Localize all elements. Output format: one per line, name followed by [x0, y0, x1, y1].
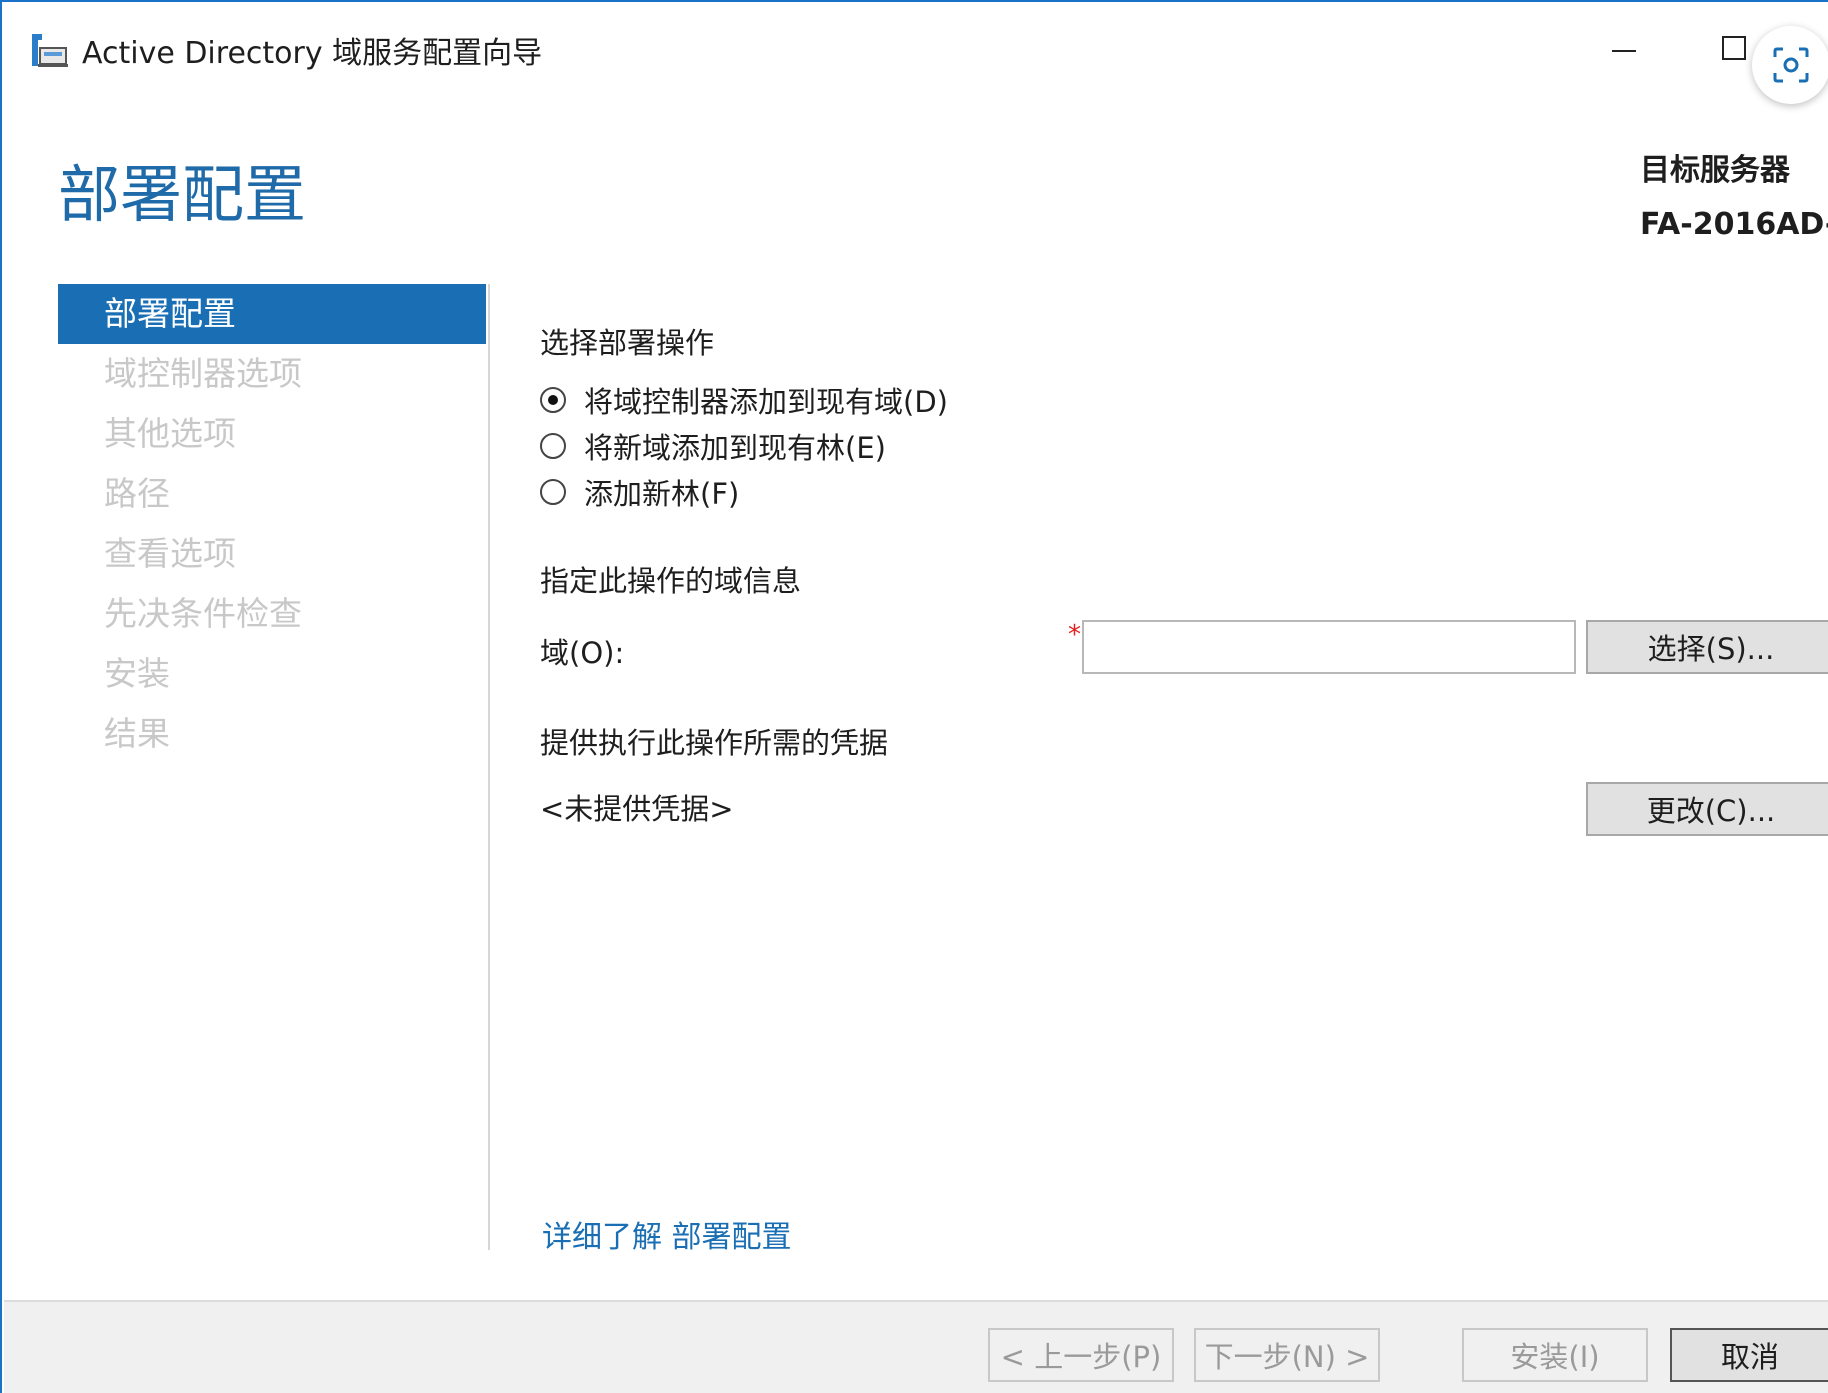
radio-button[interactable] [540, 479, 566, 505]
install-button[interactable]: 安装(I) [1462, 1328, 1648, 1382]
domain-input[interactable] [1082, 620, 1576, 674]
nav-item-installation: 安装 [104, 654, 170, 693]
screen-capture-icon[interactable] [1752, 26, 1828, 104]
learn-more-target[interactable]: 部署配置 [672, 1220, 792, 1255]
target-server-label: 目标服务器 [1640, 153, 1790, 188]
radio-add-new-forest[interactable]: 添加新林(F) [540, 472, 739, 512]
target-server-name: FA-2016AD- [1640, 207, 1828, 242]
maximize-button[interactable] [1716, 26, 1756, 66]
domain-field-label: 域(O): [540, 636, 625, 670]
radio-label: 添加新林(F) [584, 477, 740, 511]
cancel-button[interactable]: 取消 [1670, 1328, 1828, 1382]
window-title: Active Directory 域服务配置向导 [82, 36, 543, 71]
domain-info-label: 指定此操作的域信息 [540, 564, 802, 598]
page-title: 部署配置 [58, 158, 307, 231]
radio-label: 将新域添加到现有林(E) [584, 431, 886, 465]
wizard-window: Active Directory 域服务配置向导 部署配置 目标服务器 FA-2… [0, 0, 1828, 1393]
nav-item-results: 结果 [104, 714, 170, 753]
nav-item-deployment-config[interactable]: 部署配置 [58, 284, 486, 344]
radio-add-dc-existing-domain[interactable]: 将域控制器添加到现有域(D) [540, 380, 948, 420]
wizard-nav: 部署配置 域控制器选项 其他选项 路径 查看选项 先决条件检查 安装 结果 [58, 284, 486, 764]
nav-item-additional-options: 其他选项 [104, 414, 236, 453]
credentials-label: 提供执行此操作所需的凭据 [540, 726, 889, 760]
nav-item-paths: 路径 [104, 474, 170, 513]
required-indicator: * [1068, 620, 1081, 650]
radio-button[interactable] [540, 433, 566, 459]
nav-item-dc-options: 域控制器选项 [104, 354, 302, 393]
radio-add-domain-existing-forest[interactable]: 将新域添加到现有林(E) [540, 426, 886, 466]
previous-button[interactable]: < 上一步(P) [988, 1328, 1174, 1382]
nav-item-review-options: 查看选项 [104, 534, 236, 573]
nav-item-prerequisites-check: 先决条件检查 [104, 594, 302, 633]
nav-divider [488, 284, 490, 1250]
select-operation-label: 选择部署操作 [540, 326, 715, 360]
radio-button-selected[interactable] [540, 387, 566, 413]
radio-label: 将域控制器添加到现有域(D) [584, 385, 948, 419]
ad-app-icon [30, 30, 70, 70]
change-credentials-button[interactable]: 更改(C)... [1586, 782, 1828, 836]
learn-more-link[interactable]: 详细了解 部署配置 [542, 1212, 792, 1256]
minimize-button[interactable] [1604, 26, 1644, 66]
title-bar: Active Directory 域服务配置向导 [4, 4, 1828, 104]
select-domain-button[interactable]: 选择(S)... [1586, 620, 1828, 674]
target-server-info: 目标服务器 FA-2016AD- [1628, 144, 1828, 252]
learn-more-prefix[interactable]: 详细了解 [542, 1220, 662, 1255]
credentials-value: <未提供凭据> [540, 792, 734, 826]
next-button[interactable]: 下一步(N) > [1194, 1328, 1380, 1382]
